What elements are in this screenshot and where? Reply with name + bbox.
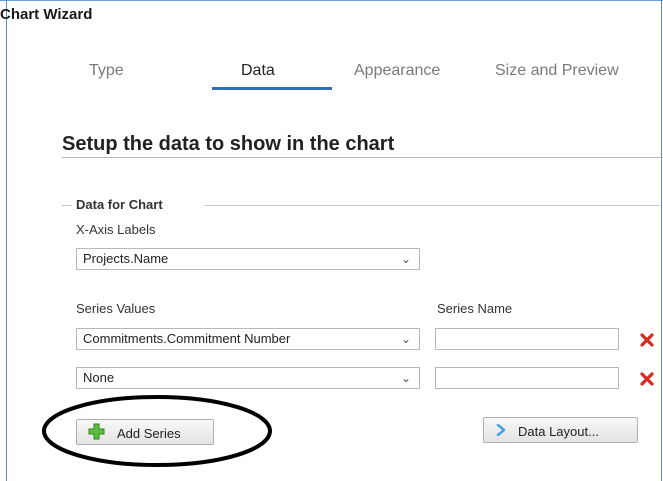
- series-name-input-2[interactable]: [435, 367, 619, 389]
- active-tab-indicator: [212, 87, 332, 90]
- series-values-select-1[interactable]: Commitments.Commitment Number ⌄: [76, 328, 420, 350]
- chevron-down-icon: ⌄: [400, 371, 411, 385]
- section-divider: [62, 157, 663, 158]
- add-series-button[interactable]: Add Series: [76, 419, 214, 445]
- window-frame-right: [661, 0, 662, 481]
- x-axis-labels-value: Projects.Name: [83, 251, 169, 266]
- data-layout-label: Data Layout...: [518, 424, 599, 439]
- red-x-icon[interactable]: [640, 372, 654, 386]
- series-name-input-1[interactable]: [435, 328, 619, 350]
- green-plus-icon: [88, 423, 105, 440]
- tab-data[interactable]: Data: [241, 62, 275, 80]
- add-series-label: Add Series: [117, 426, 181, 441]
- series-name-label: Series Name: [437, 301, 513, 316]
- chevron-down-icon: ⌄: [400, 332, 411, 346]
- window-frame-top: [0, 0, 663, 1]
- x-axis-labels-select[interactable]: Projects.Name ⌄: [76, 248, 420, 270]
- group-border-left: [62, 205, 72, 206]
- series-values-label: Series Values: [76, 301, 156, 316]
- series-values-value-2: None: [83, 370, 115, 385]
- group-border-right: [204, 205, 660, 206]
- data-layout-button[interactable]: Data Layout...: [483, 417, 638, 443]
- section-title: Setup the data to show in the chart: [62, 133, 395, 155]
- chevron-down-icon: ⌄: [400, 252, 411, 266]
- tab-type[interactable]: Type: [89, 62, 124, 80]
- tab-size-and-preview[interactable]: Size and Preview: [495, 62, 619, 80]
- group-legend: Data for Chart: [76, 197, 163, 212]
- series-values-select-2[interactable]: None ⌄: [76, 367, 420, 389]
- wizard-title: Chart Wizard: [0, 6, 93, 23]
- tab-appearance[interactable]: Appearance: [354, 62, 440, 80]
- red-x-icon[interactable]: [640, 333, 654, 347]
- chevron-right-icon: [496, 424, 506, 436]
- x-axis-labels-label: X-Axis Labels: [76, 222, 156, 237]
- series-values-value-1: Commitments.Commitment Number: [83, 331, 291, 346]
- window-frame-left: [6, 0, 7, 481]
